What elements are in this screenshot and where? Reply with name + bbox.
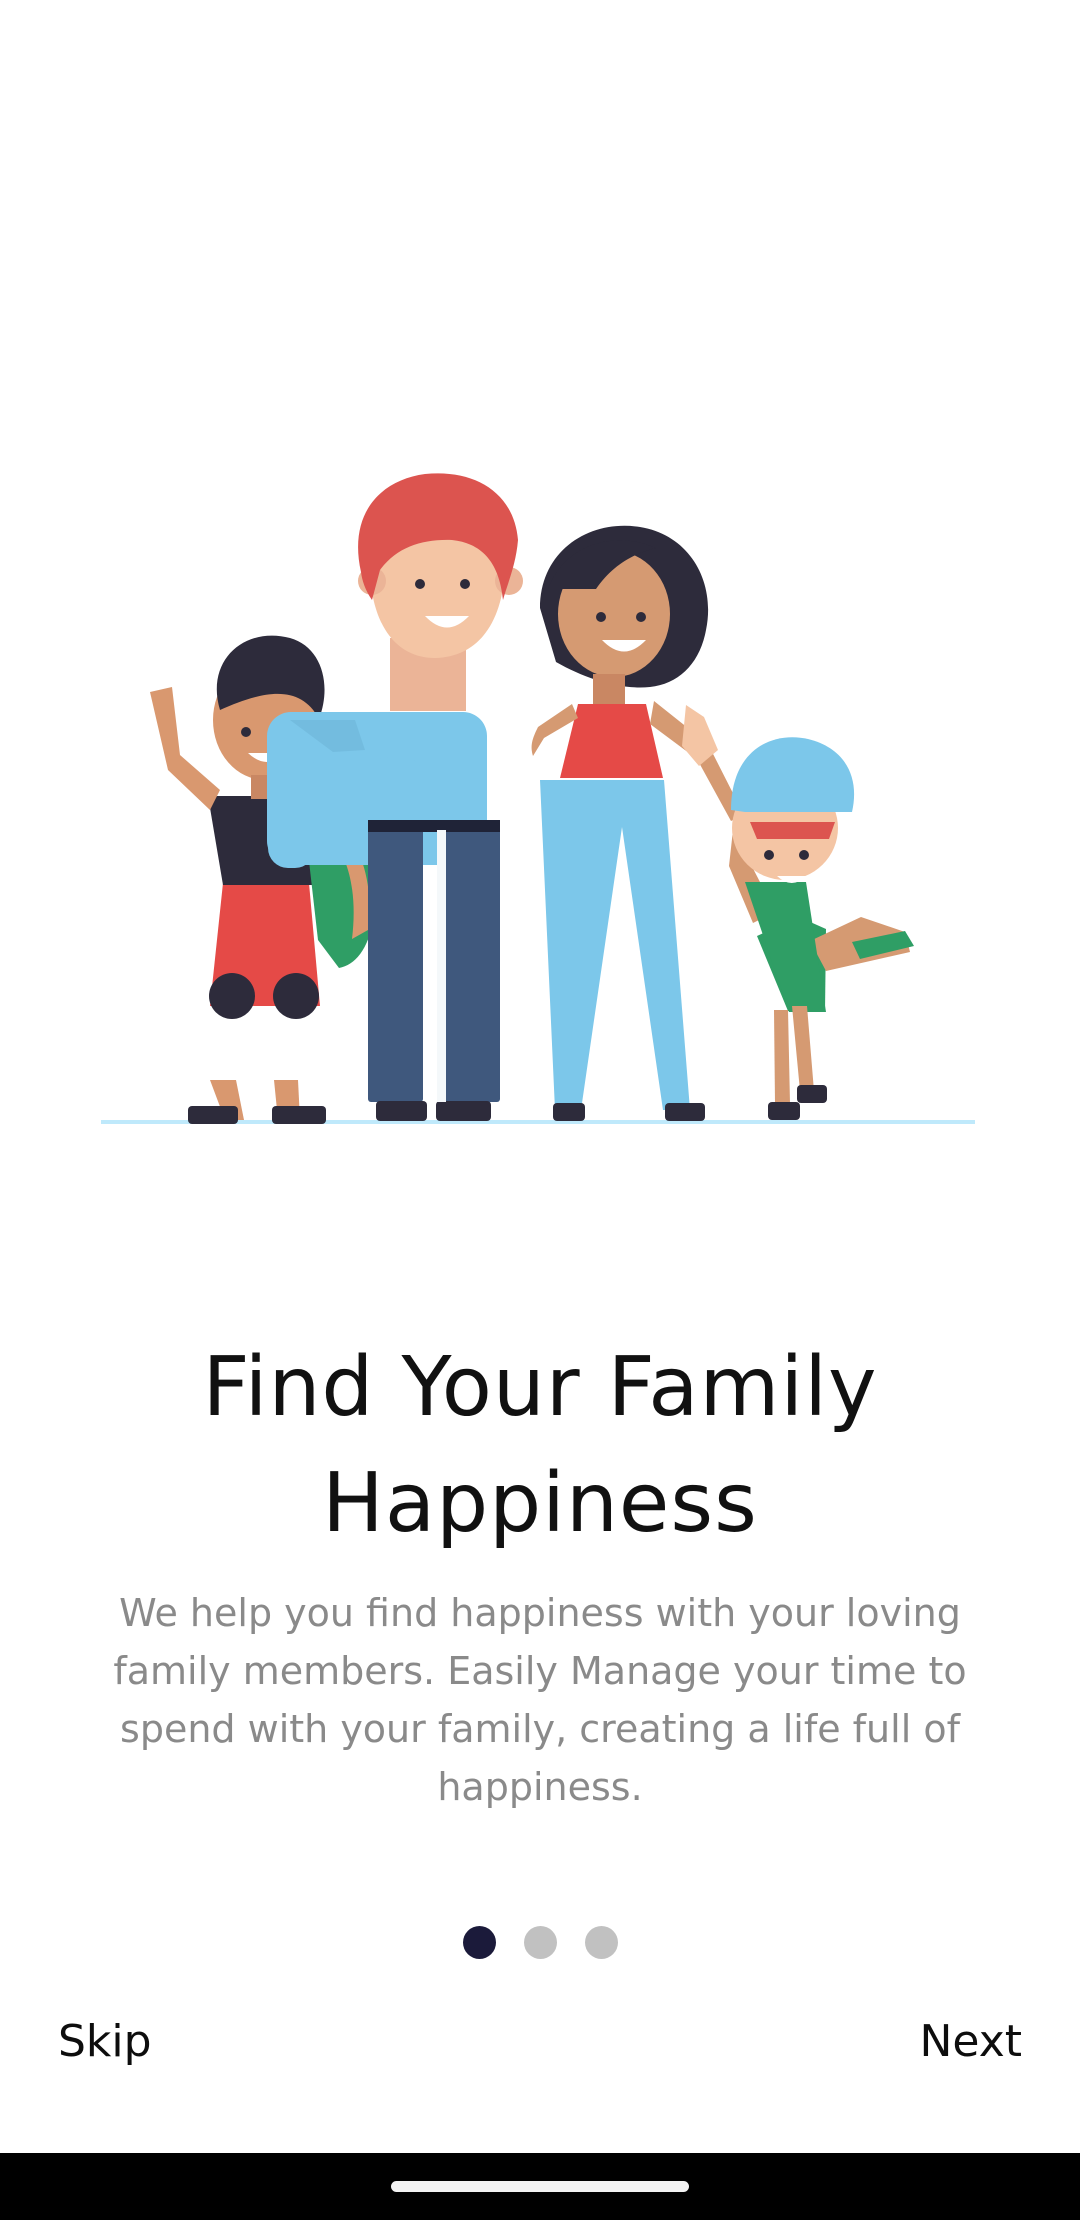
skip-button[interactable]: Skip [58,2010,152,2074]
onboarding-title-line1: Find Your Family [202,1340,878,1435]
next-button[interactable]: Next [919,2010,1022,2074]
girl-figure [729,737,914,1120]
onboarding-title: Find Your Family Happiness [80,1330,1000,1562]
mother-figure [531,525,744,1121]
page-indicator [0,1926,1080,1960]
boy-figure [150,635,376,1124]
system-navigation-bar [0,2153,1080,2220]
father-figure [267,473,523,1121]
home-indicator[interactable] [391,2181,689,2192]
onboarding-title-line2: Happiness [322,1456,758,1551]
page-dot-active [462,1926,496,1959]
page-dot [523,1926,557,1959]
onboarding-screen: Find Your Family Happiness We help you f… [0,0,1080,2220]
page-dot [584,1926,618,1959]
onboarding-description: We help you find happiness with your lov… [113,1591,967,1809]
bottom-navigation: Skip Next [0,2010,1080,2074]
family-illustration [0,300,1080,1160]
